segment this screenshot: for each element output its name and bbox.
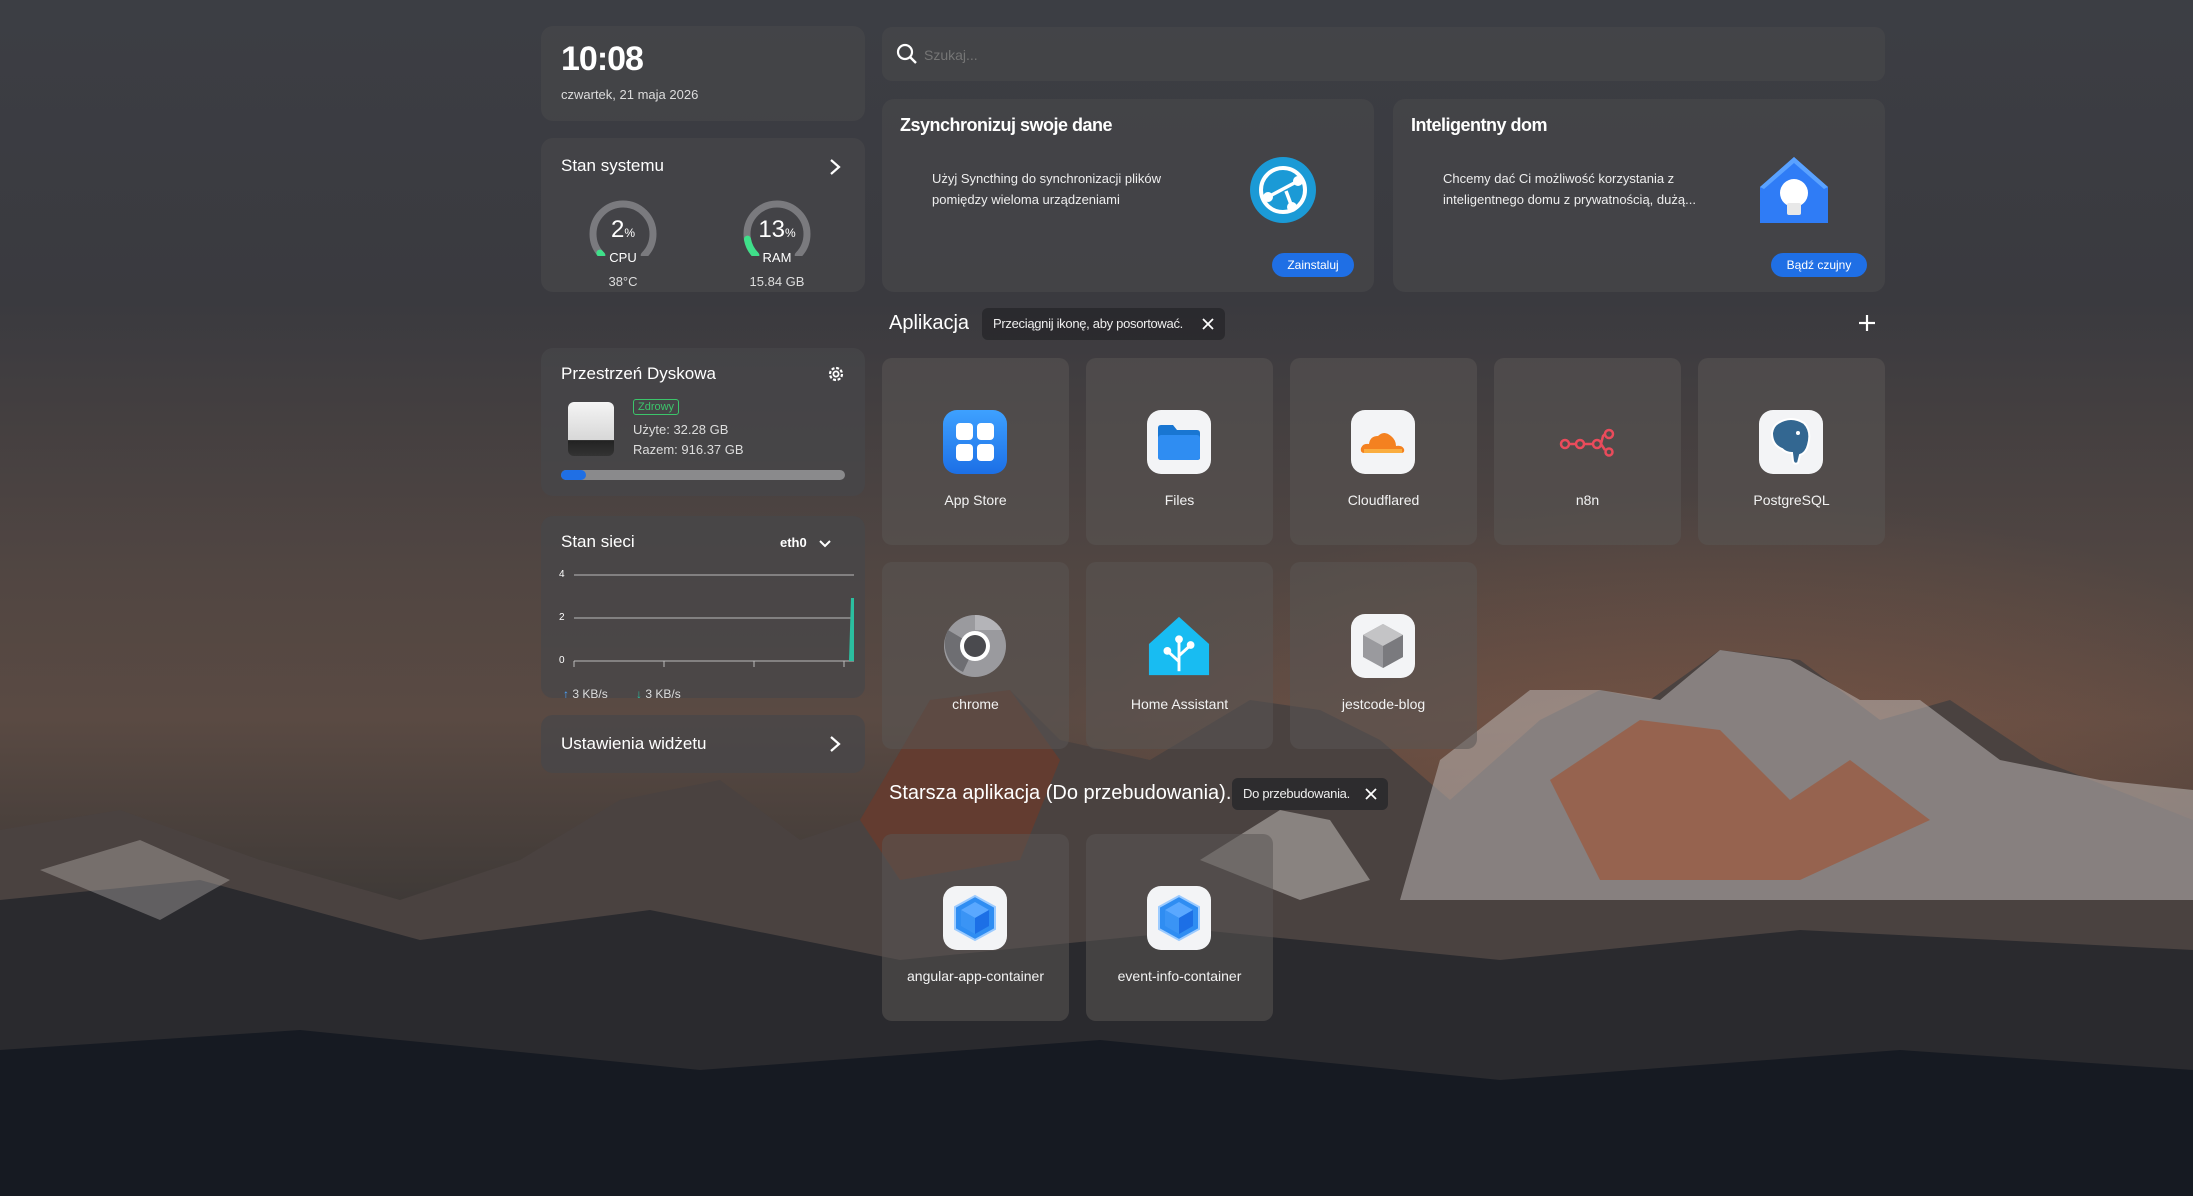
ram-unit: % (785, 226, 796, 240)
smart-home-card: Inteligentny dom Chcemy dać Ci możliwość… (1393, 99, 1885, 292)
app-label: chrome (952, 696, 999, 712)
disk-status-badge: Zdrowy (633, 399, 680, 415)
app-tile-chrome[interactable]: chrome (882, 562, 1069, 749)
app-label: Cloudflared (1347, 492, 1420, 508)
ram-label: RAM (762, 250, 792, 265)
n8n-icon (1555, 410, 1619, 474)
app-tile-jestcode-blog[interactable]: jestcode-blog (1290, 562, 1477, 749)
network-download: ↓ 3 KB/s (636, 687, 681, 698)
app-label: angular-app-container (907, 968, 1044, 984)
clock-time: 10:08 (561, 40, 644, 78)
network-interface-select[interactable]: eth0 (780, 535, 832, 550)
drive-icon (568, 402, 614, 456)
smart-home-text-1: Chcemy dać Ci możliwość korzystania z (1443, 171, 1675, 186)
search-bar[interactable] (882, 27, 1885, 81)
app-label: event-info-container (1117, 968, 1242, 984)
network-tick-4: 4 (559, 569, 565, 580)
chevron-right-icon[interactable] (828, 158, 842, 176)
app-label: Files (1164, 492, 1195, 508)
chevron-down-icon (819, 539, 832, 547)
legacy-hint: Do przebudowania. (1232, 778, 1388, 810)
search-icon (896, 43, 917, 64)
folder-icon (1147, 410, 1211, 474)
ram-value: 13 (758, 216, 786, 243)
syncthing-text-2: pomiędzy wieloma urządzeniami (932, 192, 1120, 207)
close-icon[interactable] (1365, 788, 1377, 800)
network-interface-label: eth0 (780, 535, 807, 550)
search-input[interactable] (922, 41, 1826, 69)
disk-used: Użyte: 32.28 GB (633, 422, 729, 437)
stay-tuned-button[interactable]: Bądź czujny (1771, 253, 1867, 277)
install-button[interactable]: Zainstaluj (1272, 253, 1354, 277)
lightbulb-house-icon (1760, 157, 1828, 223)
apps-sort-hint-text: Przeciągnij ikonę, aby posortować. (993, 316, 1183, 331)
postgresql-elephant-icon (1759, 410, 1823, 474)
network-upload: ↑ 3 KB/s (563, 687, 608, 698)
container-cube-icon (1147, 886, 1211, 950)
container-cube-icon (943, 886, 1007, 950)
app-tile-n8n[interactable]: n8n (1494, 358, 1681, 545)
cpu-temp: 38°C (608, 274, 638, 289)
syncthing-icon (1250, 157, 1316, 223)
app-label: n8n (1575, 492, 1600, 508)
widget-settings-label: Ustawienia widżetu (561, 734, 707, 753)
app-tile-home-assistant[interactable]: Home Assistant (1086, 562, 1273, 749)
close-icon[interactable] (1202, 318, 1214, 330)
clock-date: czwartek, 21 maja 2026 (561, 87, 699, 102)
app-tile-app-store[interactable]: App Store (882, 358, 1069, 545)
app-label: PostgreSQL (1753, 492, 1830, 508)
upload-speed: 3 KB/s (572, 687, 608, 698)
network-tick-2: 2 (559, 612, 565, 623)
smart-home-title: Inteligentny dom (1411, 115, 1548, 135)
legacy-hint-text: Do przebudowania. (1243, 786, 1350, 801)
app-tile-angular-app-container[interactable]: angular-app-container (882, 834, 1069, 1021)
app-store-icon (943, 410, 1007, 474)
disk-usage-bar (561, 470, 845, 480)
app-tile-event-info-container[interactable]: event-info-container (1086, 834, 1273, 1021)
disk-total: Razem: 916.37 GB (633, 442, 744, 457)
cpu-value: 2 (610, 216, 625, 243)
clock-widget: 10:08 czwartek, 21 maja 2026 (541, 26, 865, 121)
chevron-right-icon (830, 736, 841, 752)
app-tile-postgresql[interactable]: PostgreSQL (1698, 358, 1885, 545)
disk-widget: Przestrzeń Dyskowa Zdrowy Użyte: 32.28 G… (541, 348, 865, 496)
network-widget: Stan sieci eth0 4 2 0 ↑ 3 KB/s ↓ 3 KB/s (541, 516, 865, 698)
legacy-section-title: Starsza aplikacja (Do przebudowania). (889, 782, 1232, 804)
app-tile-cloudflared[interactable]: Cloudflared (1290, 358, 1477, 545)
smart-home-text-2: inteligentnego domu z prywatnością, dużą… (1443, 192, 1696, 207)
cpu-unit: % (624, 226, 636, 240)
cloud-icon (1351, 410, 1415, 474)
syncthing-title: Zsynchronizuj swoje dane (900, 115, 1113, 135)
widget-settings-button[interactable]: Ustawienia widżetu (541, 715, 865, 773)
download-speed: 3 KB/s (645, 687, 681, 698)
app-tile-files[interactable]: Files (1086, 358, 1273, 545)
syncthing-text-1: Użyj Syncthing do synchronizacji plików (932, 171, 1162, 186)
ram-used: 15.84 GB (749, 274, 805, 289)
gear-icon[interactable] (826, 364, 846, 384)
home-assistant-icon (1147, 614, 1211, 678)
app-label: jestcode-blog (1341, 696, 1426, 712)
add-app-icon[interactable] (1858, 314, 1876, 332)
apps-section-title: Aplikacja (889, 312, 970, 334)
ram-gauge: 13% RAM 15.84 GB (732, 194, 822, 289)
network-tick-0: 0 (559, 655, 565, 666)
disk-title: Przestrzeń Dyskowa (561, 364, 716, 383)
chrome-icon (943, 614, 1007, 678)
system-status-title: Stan systemu (561, 156, 664, 175)
apps-sort-hint: Przeciągnij ikonę, aby posortować. (982, 308, 1225, 340)
network-chart (573, 574, 854, 667)
container-cube-icon (1351, 614, 1415, 678)
syncthing-card: Zsynchronizuj swoje dane Użyj Syncthing … (882, 99, 1374, 292)
app-label: App Store (944, 492, 1007, 508)
network-title: Stan sieci (561, 532, 635, 551)
system-status-widget[interactable]: Stan systemu 2% CPU 38°C 13% RAM 15.84 G… (541, 138, 865, 292)
app-label: Home Assistant (1130, 696, 1229, 712)
cpu-gauge: 2% CPU 38°C (578, 194, 668, 289)
cpu-label: CPU (609, 250, 637, 265)
